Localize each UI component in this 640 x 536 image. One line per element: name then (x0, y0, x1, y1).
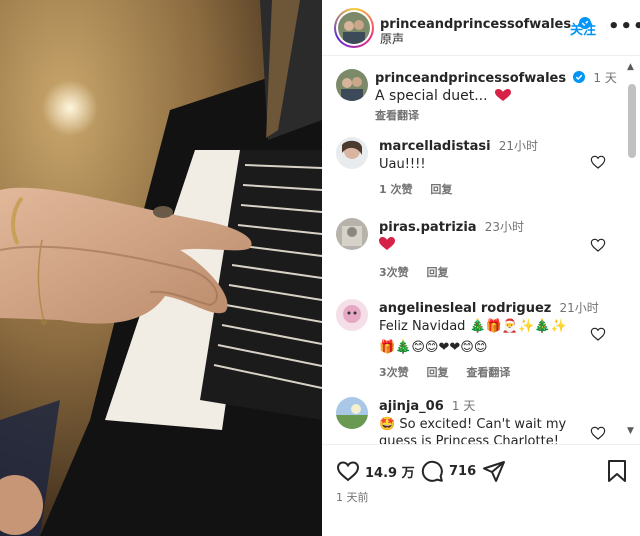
verified-icon (573, 71, 586, 83)
avatar-image (336, 137, 368, 169)
comment-text: So excited! Can't wait my guess is Princ… (379, 417, 567, 444)
scroll-thumb[interactable] (628, 84, 636, 158)
comment-count: 716 (449, 463, 477, 479)
save-button[interactable] (606, 459, 628, 483)
more-icon[interactable]: ••• (608, 16, 640, 37)
avatar[interactable] (336, 137, 368, 169)
reply-button[interactable]: 回复 (427, 266, 449, 279)
comment-time: 23小时 (484, 220, 524, 234)
like-count: 14.9 万 (365, 465, 415, 481)
heart-icon (336, 461, 360, 482)
see-translation-link[interactable]: 查看翻译 (375, 107, 595, 123)
avatar-image (336, 69, 368, 101)
avatar[interactable] (336, 299, 368, 331)
share-button[interactable] (482, 459, 506, 483)
scroll-up-icon[interactable]: ▲ (627, 62, 634, 72)
avatar[interactable] (336, 69, 368, 101)
comment-username[interactable]: piras.patrizia (379, 220, 477, 235)
post-header: princeandprincessofwales 原声 关注 ••• (322, 0, 640, 56)
scroll-down-icon[interactable]: ▼ (627, 426, 634, 436)
comment-username[interactable]: ajinja_06 (379, 399, 444, 414)
comment-time: 21小时 (498, 139, 539, 153)
like-comment-heart-icon[interactable] (590, 237, 606, 253)
author-username[interactable]: princeandprincessofwales (380, 17, 571, 32)
comment-time: 1 天 (451, 399, 476, 413)
caption-time: 1 天 (593, 71, 617, 85)
like-comment-heart-icon[interactable] (590, 154, 606, 170)
comment-username[interactable]: angelinesleal rodriguez (379, 301, 551, 316)
comments-scrollbar[interactable]: ▲ ▼ (626, 60, 638, 440)
piano-hands-image (0, 0, 322, 536)
reply-button[interactable]: 回复 (427, 366, 449, 379)
post-photo (0, 0, 322, 536)
star-eyes-emoji-icon: 🤩 (379, 417, 396, 432)
post-panel: princeandprincessofwales 原声 关注 ••• (322, 0, 640, 536)
comment-username[interactable]: marcelladistasi (379, 139, 491, 154)
avatar-image (336, 299, 368, 331)
share-icon (483, 461, 505, 482)
caption-username[interactable]: princeandprincessofwales (375, 71, 566, 86)
like-comment-heart-icon[interactable] (590, 326, 606, 342)
post-timestamp: 1 天前 (336, 491, 369, 504)
comment-text: Uau!!!! (379, 157, 426, 172)
avatar-image (336, 218, 368, 250)
comment-time: 21小时 (559, 301, 599, 315)
author-avatar[interactable] (334, 8, 374, 48)
like-comment-heart-icon[interactable] (590, 425, 606, 441)
avatar[interactable] (336, 397, 368, 429)
follow-button[interactable]: 关注 (570, 19, 596, 38)
caption-text: A special duet... (375, 88, 488, 104)
post-actions: 14.9 万 716 1 天前 (322, 444, 640, 536)
emoji-row-1: 🎄🎁🎅✨🎄✨ (469, 319, 567, 334)
heart-emoji-icon (379, 237, 395, 250)
comment-likes[interactable]: 1 次赞 (379, 183, 412, 196)
avatar[interactable] (336, 218, 368, 250)
bookmark-icon (608, 460, 626, 482)
avatar-image (336, 397, 368, 429)
comment-button[interactable]: 716 (420, 459, 476, 483)
avatar-image (338, 12, 370, 44)
heart-emoji-icon (495, 89, 511, 101)
comment-likes[interactable]: 3次赞 (379, 266, 409, 279)
comment-likes[interactable]: 3次赞 (379, 366, 409, 379)
comment-text: Feliz Navidad (379, 319, 466, 334)
reply-button[interactable]: 回复 (430, 183, 452, 196)
audio-label[interactable]: 原声 (380, 30, 404, 47)
author-name[interactable]: princeandprincessofwales (380, 13, 592, 32)
like-button[interactable]: 14.9 万 (336, 459, 415, 483)
comments-list: princeandprincessofwales 1 天 A special d… (322, 57, 640, 444)
see-translation-link[interactable]: 查看翻译 (466, 366, 510, 379)
comment-icon (421, 460, 443, 482)
emoji-row-2: 🎁🎄😊😊❤❤😊😊 (379, 340, 488, 355)
